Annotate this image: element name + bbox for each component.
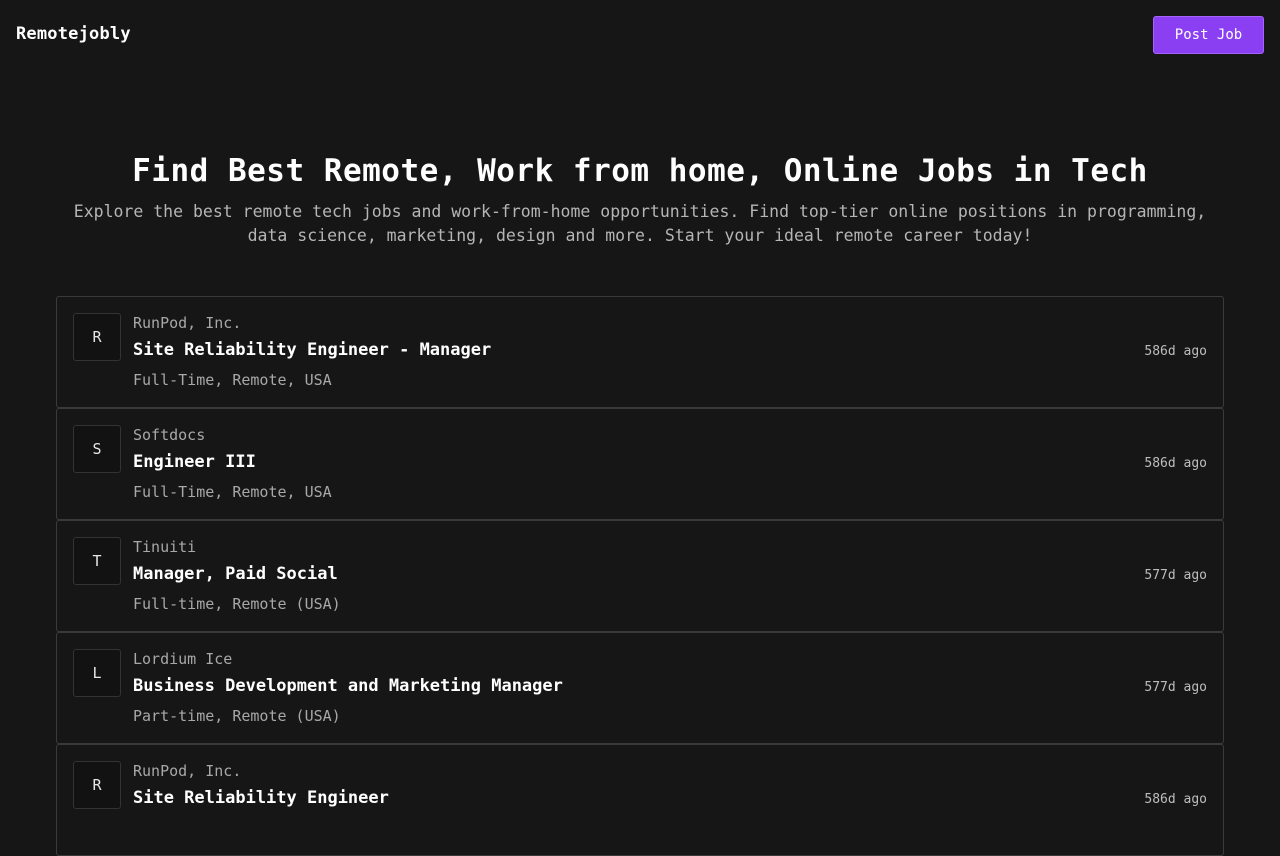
posted-age: 586d ago bbox=[1144, 456, 1207, 471]
job-title[interactable]: Engineer III bbox=[133, 452, 256, 472]
top-nav: Remotejobly Post Job bbox=[0, 0, 1280, 70]
posted-age: 577d ago bbox=[1144, 680, 1207, 695]
company-avatar: T bbox=[73, 537, 121, 585]
posted-age: 586d ago bbox=[1144, 344, 1207, 359]
job-title[interactable]: Site Reliability Engineer - Manager bbox=[133, 340, 491, 360]
job-meta: Full-time, Remote (USA) bbox=[133, 595, 341, 613]
company-name: Tinuiti bbox=[133, 538, 197, 556]
job-title[interactable]: Site Reliability Engineer bbox=[133, 788, 389, 808]
job-list: R RunPod, Inc. Site Reliability Engineer… bbox=[56, 296, 1224, 856]
job-meta: Part-time, Remote (USA) bbox=[133, 707, 341, 725]
job-card[interactable]: L Lordium Ice Business Development and M… bbox=[56, 632, 1224, 744]
job-meta: Full-Time, Remote, USA bbox=[133, 371, 332, 389]
company-name: Softdocs bbox=[133, 426, 206, 444]
company-name: RunPod, Inc. bbox=[133, 314, 242, 332]
company-name: Lordium Ice bbox=[133, 650, 233, 668]
company-avatar: L bbox=[73, 649, 121, 697]
job-card[interactable]: S Softdocs Engineer III Full-Time, Remot… bbox=[56, 408, 1224, 520]
page-subtitle: Explore the best remote tech jobs and wo… bbox=[73, 202, 1207, 245]
job-title[interactable]: Business Development and Marketing Manag… bbox=[133, 676, 563, 696]
company-avatar: R bbox=[73, 313, 121, 361]
job-card[interactable]: R RunPod, Inc. Site Reliability Engineer… bbox=[56, 296, 1224, 408]
posted-age: 577d ago bbox=[1144, 568, 1207, 583]
job-meta: Full-Time, Remote, USA bbox=[133, 483, 332, 501]
post-job-button[interactable]: Post Job bbox=[1153, 16, 1264, 54]
job-card[interactable]: R RunPod, Inc. Site Reliability Engineer… bbox=[56, 744, 1224, 856]
brand-logo[interactable]: Remotejobly bbox=[16, 24, 131, 44]
job-card[interactable]: T Tinuiti Manager, Paid Social Full-time… bbox=[56, 520, 1224, 632]
job-title[interactable]: Manager, Paid Social bbox=[133, 564, 338, 584]
company-avatar: R bbox=[73, 761, 121, 809]
company-avatar: S bbox=[73, 425, 121, 473]
company-name: RunPod, Inc. bbox=[133, 762, 242, 780]
page-title: Find Best Remote, Work from home, Online… bbox=[132, 153, 1148, 189]
hero-section: Find Best Remote, Work from home, Online… bbox=[0, 150, 1280, 248]
